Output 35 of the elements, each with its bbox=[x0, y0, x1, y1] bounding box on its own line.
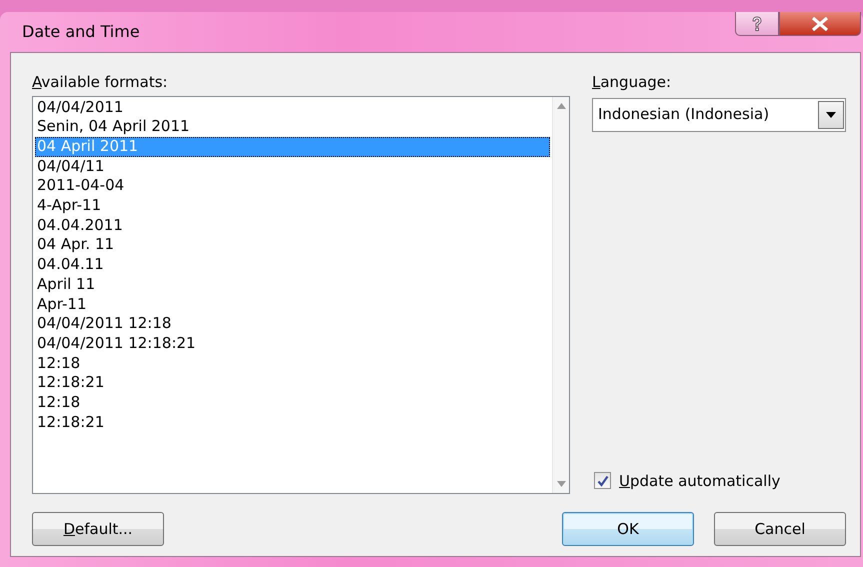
format-option[interactable]: Apr-11 bbox=[35, 294, 550, 314]
format-option[interactable]: 12:18 bbox=[35, 393, 550, 413]
window-title: Date and Time bbox=[21, 21, 140, 43]
format-option[interactable]: 04/04/2011 12:18 bbox=[35, 314, 550, 334]
close-icon bbox=[811, 16, 829, 30]
format-option[interactable]: 12:18:21 bbox=[35, 373, 550, 394]
format-option[interactable]: 12:18:21 bbox=[35, 412, 550, 432]
help-button[interactable] bbox=[735, 12, 779, 36]
close-button[interactable] bbox=[779, 12, 861, 36]
help-icon bbox=[750, 16, 764, 32]
formats-label: Available formats: bbox=[32, 72, 169, 93]
format-option[interactable]: 2011-04-04 bbox=[35, 176, 550, 196]
formats-list[interactable]: 04/04/2011 Senin, 04 April 2011 04 April 2011 04/04/11 2011-04-04 4-Apr-11 04.04.2011 04 Apr. 11 04.04.11 April 11 Apr-11 04/04/2011 12:18 04/04/2011 12:18:21 12:18 12:18:21 12:18 12:18:21 bbox=[32, 96, 570, 494]
format-option[interactable]: 12:18 bbox=[35, 354, 550, 374]
format-option[interactable]: 04/04/2011 bbox=[35, 98, 550, 118]
scrollbar[interactable] bbox=[552, 96, 569, 492]
format-option[interactable]: 04.04.11 bbox=[35, 255, 550, 275]
format-option[interactable]: 04.04.2011 bbox=[35, 216, 550, 236]
scroll-up-icon[interactable] bbox=[556, 102, 566, 108]
dropdown-arrow-icon bbox=[826, 112, 836, 118]
update-label[interactable]: Update automatically bbox=[619, 470, 780, 492]
format-option[interactable]: 04/04/2011 12:18:21 bbox=[35, 334, 550, 354]
scroll-down-icon[interactable] bbox=[556, 480, 566, 486]
dialog-button[interactable]: Cancel bbox=[714, 512, 846, 546]
format-option[interactable]: 4-Apr-11 bbox=[35, 196, 550, 216]
language-dropdown[interactable]: Indonesian (Indonesia) bbox=[592, 98, 846, 132]
language-label: Language: bbox=[592, 72, 672, 93]
format-option[interactable]: 04 Apr. 11 bbox=[35, 235, 550, 256]
checkmark-icon bbox=[596, 474, 608, 487]
dialog-button[interactable]: Default... bbox=[32, 512, 164, 546]
dialog-button[interactable]: OK bbox=[562, 512, 694, 546]
format-option[interactable]: 04/04/11 bbox=[35, 156, 550, 176]
format-option[interactable]: Senin, 04 April 2011 bbox=[35, 117, 550, 137]
update-checkbox[interactable] bbox=[594, 472, 611, 490]
format-option[interactable]: April 11 bbox=[35, 274, 550, 295]
